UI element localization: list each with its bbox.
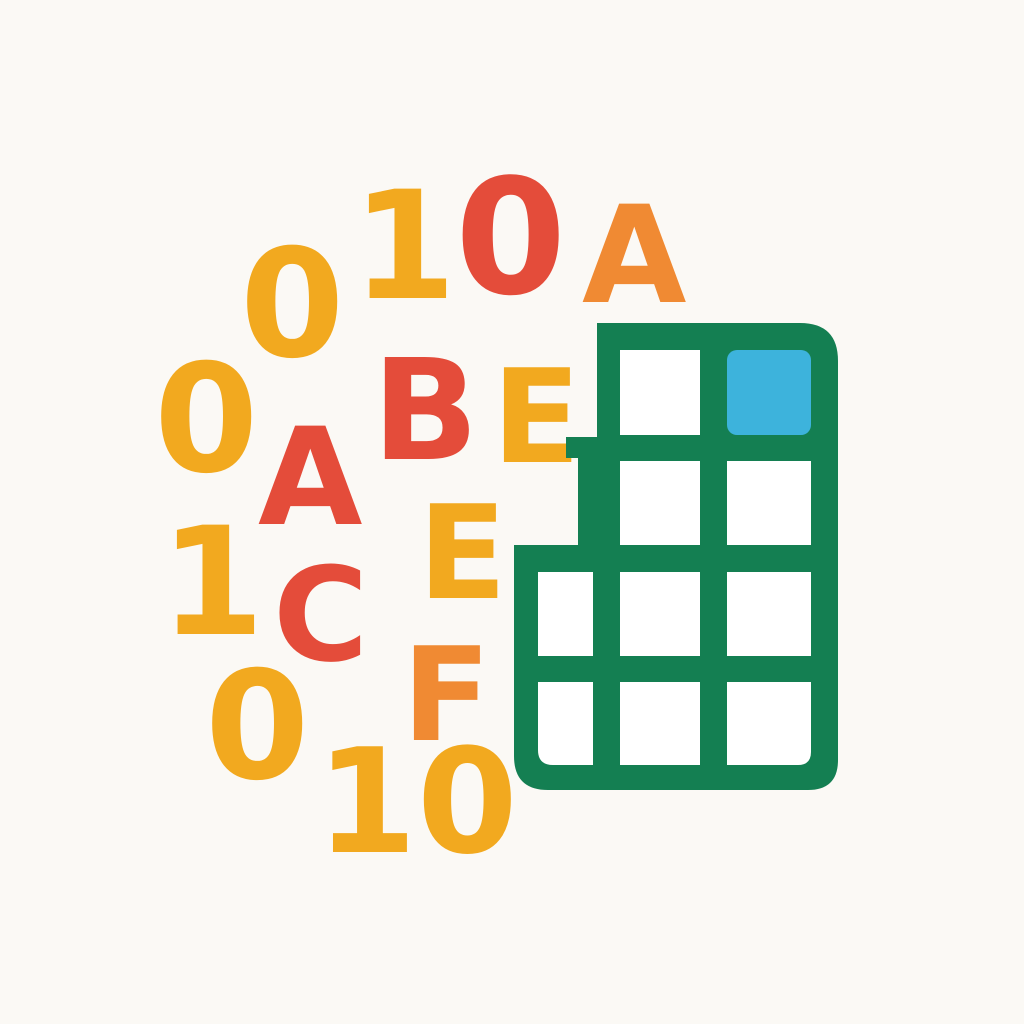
spreadsheet-grid-icon — [514, 323, 838, 790]
grid-cell — [620, 461, 700, 545]
grid-cell — [620, 350, 700, 435]
grid-cell — [538, 572, 593, 656]
logo-canvas: 1 0 A 0 0 B E A 1 E C 0 F 10 — [0, 0, 1024, 1024]
grid-cell — [727, 572, 811, 656]
grid-cell — [620, 572, 700, 656]
highlighted-cell — [727, 350, 811, 435]
grid-cell — [727, 461, 811, 545]
grid-cell — [620, 682, 700, 765]
grid-cell — [727, 682, 811, 765]
grid-cell — [538, 682, 593, 765]
